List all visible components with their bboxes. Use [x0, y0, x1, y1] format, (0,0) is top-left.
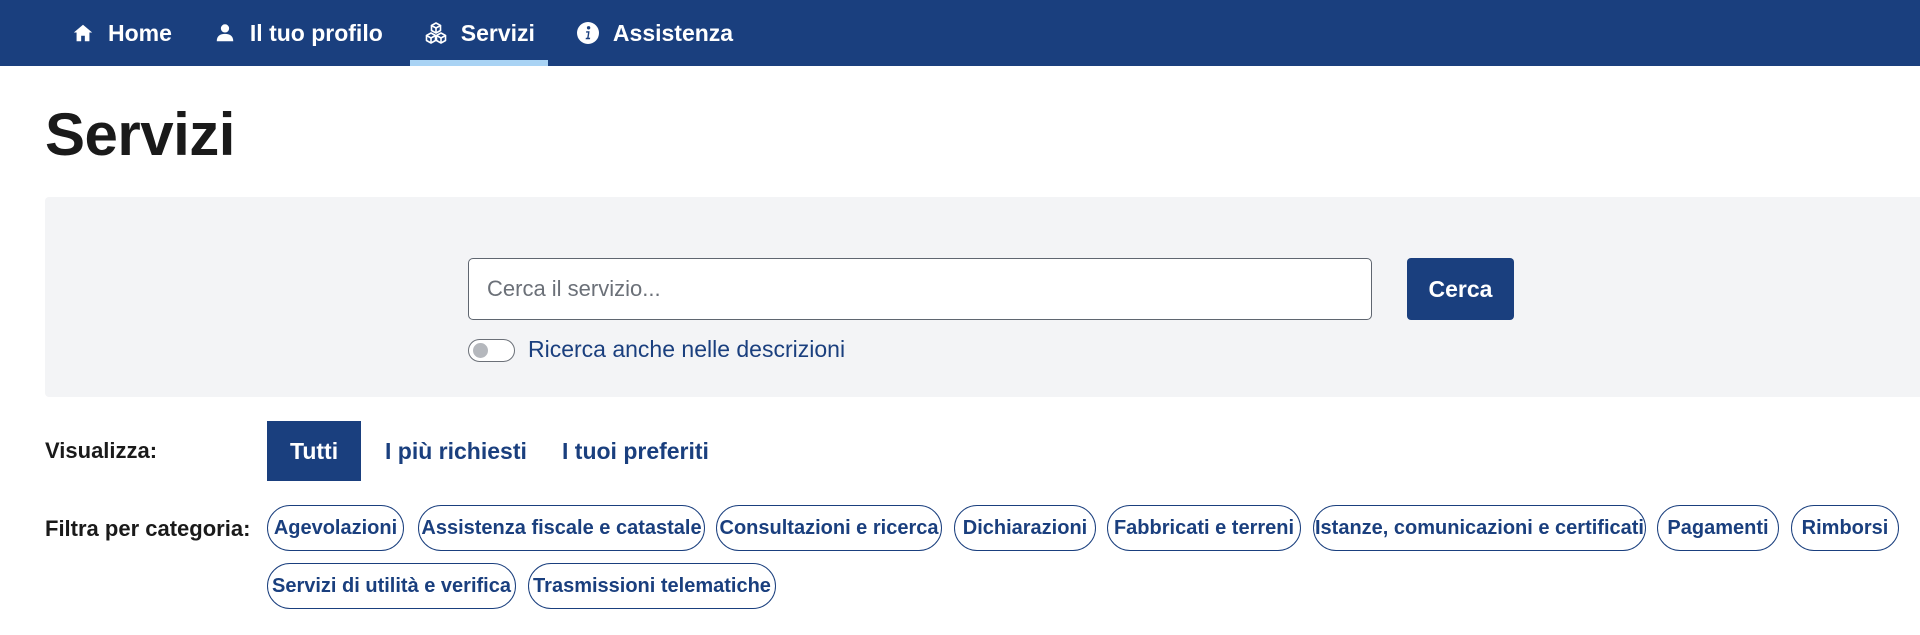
view-label: Visualizza: [45, 438, 158, 463]
info-icon [575, 20, 601, 46]
nav-item-servizi[interactable]: Servizi [409, 0, 549, 66]
top-navigation: Home Il tuo profilo Servizi Assistenza [0, 0, 1920, 66]
category-chip-dichiarazioni[interactable]: Dichiarazioni [954, 505, 1096, 551]
home-icon [70, 20, 96, 46]
category-chip-servizi-utilita[interactable]: Servizi di utilità e verifica [267, 563, 516, 609]
view-tab-tutti[interactable]: Tutti [267, 421, 362, 481]
search-input[interactable] [468, 258, 1372, 320]
category-chip-assistenza-fiscale[interactable]: Assistenza fiscale e catastale [418, 505, 705, 551]
nav-item-label: Servizi [460, 19, 535, 46]
category-chip-pagamenti[interactable]: Pagamenti [1657, 505, 1779, 551]
page-title: Servizi [45, 101, 235, 168]
category-chip-trasmissioni[interactable]: Trasmissioni telematiche [528, 563, 776, 609]
view-tab-piu-richiesti[interactable]: I più richiesti [362, 421, 550, 481]
nav-item-profile[interactable]: Il tuo profilo [199, 0, 396, 66]
category-chip-fabbricati[interactable]: Fabbricati e terreni [1107, 505, 1301, 551]
nav-item-assistenza[interactable]: Assistenza [562, 0, 746, 66]
nav-item-label: Assistenza [612, 19, 734, 46]
description-search-toggle-label[interactable]: Ricerca anche nelle descrizioni [528, 336, 845, 363]
user-icon [212, 20, 238, 46]
nav-item-label: Home [108, 19, 172, 46]
category-chip-agevolazioni[interactable]: Agevolazioni [267, 505, 404, 551]
category-chip-consultazioni[interactable]: Consultazioni e ricerca [716, 505, 942, 551]
category-chip-rimborsi[interactable]: Rimborsi [1791, 505, 1899, 551]
search-button[interactable]: Cerca [1407, 258, 1514, 320]
category-chip-istanze[interactable]: Istanze, comunicazioni e certificati [1313, 505, 1646, 551]
description-search-toggle[interactable] [468, 339, 515, 362]
filter-label: Filtra per categoria: [45, 516, 251, 541]
nav-item-label: Il tuo profilo [249, 19, 383, 46]
toggle-knob [473, 343, 488, 358]
view-tab-preferiti[interactable]: I tuoi preferiti [539, 421, 732, 481]
nav-item-home[interactable]: Home [57, 0, 185, 66]
cubes-icon [423, 20, 449, 46]
